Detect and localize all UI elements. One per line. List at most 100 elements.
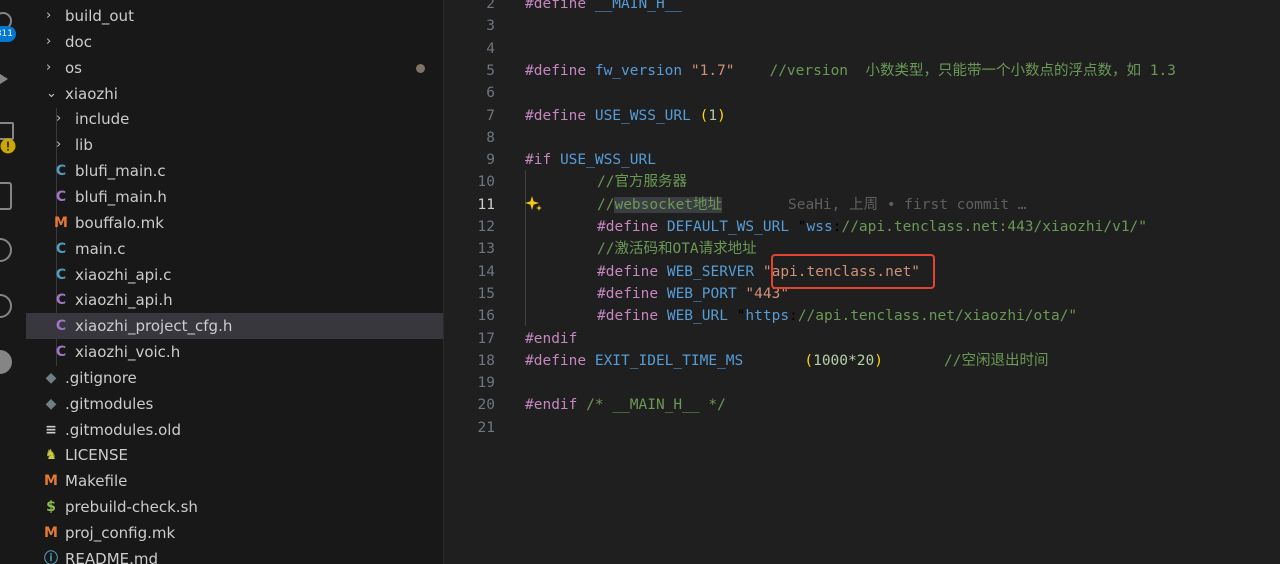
folder-item[interactable]: ⌄ xiaozhi — [26, 81, 443, 107]
line-number: 2 — [486, 0, 495, 12]
git-file-icon: ◆ — [45, 395, 57, 412]
file-name: build_out — [65, 7, 134, 25]
file-item[interactable]: Cblufi_main.h — [26, 184, 443, 210]
code-line[interactable]: 4 — [444, 38, 1280, 60]
line-number: 12 — [477, 219, 495, 235]
file-name: proj_config.mk — [65, 524, 176, 542]
code-line[interactable]: 18 #define EXIT_IDEL_TIME_MS (1000*20) //… — [444, 350, 1280, 372]
file-item[interactable]: ◆ .gitignore — [26, 365, 443, 391]
file-name: blufi_main.h — [75, 187, 167, 206]
folder-item[interactable]: › build_out — [26, 3, 443, 29]
file-item[interactable]: ≡ .gitmodules.old — [26, 417, 443, 443]
code-line[interactable]: 9 #if USE_WSS_URL — [444, 149, 1280, 171]
github-icon[interactable] — [0, 294, 12, 318]
line-number: 14 — [477, 263, 495, 280]
explorer-sidebar: › build_out › doc › os ⌄ xiaozhi › include › lib Cbl… — [26, 0, 444, 564]
code-text: #define fw_version "1.7" //version 小数类型，… — [525, 62, 1176, 79]
line-number: 16 — [477, 308, 495, 325]
code-line[interactable]: 10 //官方服务器 — [444, 171, 1280, 193]
code-line[interactable]: 20 #endif /* __MAIN_H__ */ — [444, 394, 1280, 416]
code-text: #define DEFAULT_WS_URL "wss://api.tencla… — [597, 219, 1148, 235]
file-name: xiaozhi_api.h — [75, 291, 173, 310]
code-line[interactable]: 8 — [444, 127, 1280, 149]
file-item[interactable]: Cxiaozhi_api.h — [26, 287, 443, 313]
file-name: README.md — [65, 549, 159, 564]
line-number: 19 — [477, 375, 495, 392]
file-item[interactable]: Cxiaozhi_voic.h — [26, 339, 443, 365]
file-name: Makefile — [65, 472, 128, 491]
code-line[interactable]: 11 //websocket地址 SeaHi, 上周 • first commit … — [444, 194, 1280, 216]
line-number: 10 — [477, 174, 495, 191]
code-line[interactable]: 5 #define fw_version "1.7" //version 小数类型… — [444, 60, 1280, 82]
code-line[interactable]: 17 #endif — [444, 328, 1280, 350]
info-file-icon: ⓘ — [44, 550, 58, 564]
testing-icon[interactable] — [0, 238, 12, 262]
line-number: 17 — [477, 330, 495, 347]
folder-item[interactable]: › include — [26, 106, 443, 132]
file-item[interactable]: Cmain.c — [26, 236, 443, 262]
line-number: 11 — [477, 196, 495, 213]
folder-item[interactable]: › os — [26, 55, 443, 81]
line-number: 18 — [477, 352, 495, 369]
code-line[interactable]: 6 — [444, 82, 1280, 104]
file-item[interactable]: Mbouffalo.mk — [26, 210, 443, 236]
text-file-icon: ≡ — [45, 421, 57, 438]
mk-file-icon: M — [54, 214, 68, 231]
file-name: blufi_main.c — [75, 162, 166, 181]
account-icon[interactable] — [0, 350, 12, 374]
line-number: 20 — [477, 397, 495, 414]
code-text: //websocket地址 — [597, 196, 723, 213]
c-file-icon: C — [55, 240, 67, 257]
file-name: bouffalo.mk — [75, 213, 164, 232]
file-name: xiaozhi_project_cfg.h — [75, 317, 233, 336]
modified-dot — [416, 63, 425, 73]
code-line[interactable]: 19 — [444, 372, 1280, 394]
file-item[interactable]: ◆ .gitmodules — [26, 391, 443, 417]
file-item[interactable]: Cblufi_main.c — [26, 158, 443, 184]
c-file-icon: C — [55, 266, 67, 283]
file-item[interactable]: ⓘ README.md — [26, 546, 443, 564]
git-blame-annotation[interactable]: SeaHi, 上周 • first commit … — [788, 194, 1027, 216]
code-text: #define WEB_URL "https://api.tenclass.ne… — [597, 308, 1078, 325]
folder-item[interactable]: › doc — [26, 29, 443, 55]
code-line[interactable]: 7 #define USE_WSS_URL (1) — [444, 105, 1280, 127]
code-text: #endif /* __MAIN_H__ */ — [525, 397, 726, 414]
code-line[interactable]: 21 — [444, 417, 1280, 439]
file-item[interactable]: Cxiaozhi_project_cfg.h — [26, 313, 443, 340]
code-text: #define WEB_PORT "443" — [597, 285, 790, 302]
h-file-icon: C — [55, 344, 67, 361]
code-text: #endif — [525, 330, 578, 347]
file-item[interactable]: ♞ LICENSE — [26, 442, 443, 468]
chevron-right-icon: › — [46, 59, 52, 75]
sh-file-icon: $ — [46, 499, 56, 516]
file-name: xiaozhi — [65, 84, 118, 103]
folder-item[interactable]: › lib — [26, 132, 443, 158]
chevron-down-icon: ⌄ — [46, 85, 57, 101]
chevron-right-icon: › — [56, 111, 62, 127]
warning-icon — [0, 138, 16, 154]
code-line[interactable]: 3 — [444, 15, 1280, 37]
line-number: 8 — [486, 129, 495, 146]
file-item[interactable]: $ prebuild-check.sh — [26, 494, 443, 520]
code-line[interactable]: 16 #define WEB_URL "https://api.tenclass.… — [444, 305, 1280, 327]
run-debug-icon[interactable] — [0, 70, 8, 88]
code-text: //官方服务器 — [597, 174, 687, 191]
license-file-icon: ♞ — [44, 447, 58, 464]
file-item[interactable]: Mproj_config.mk — [26, 520, 443, 546]
code-line[interactable]: 2 #define __MAIN_H__ — [444, 0, 1280, 15]
remote-explorer-icon[interactable] — [0, 182, 12, 210]
file-item[interactable]: Cxiaozhi_api.c — [26, 262, 443, 288]
copilot-sparkle-icon[interactable] — [525, 193, 543, 213]
file-name: xiaozhi_voic.h — [75, 343, 181, 362]
chevron-right-icon: › — [46, 33, 52, 49]
git-file-icon: ◆ — [45, 369, 57, 386]
source-control-badge: 311 — [0, 26, 16, 42]
file-item[interactable]: M Makefile — [26, 468, 443, 494]
chevron-right-icon: › — [46, 8, 52, 23]
line-number: 6 — [486, 85, 495, 102]
code-line[interactable]: 12 #define DEFAULT_WS_URL "wss://api.tenc… — [444, 216, 1280, 238]
line-number: 21 — [477, 419, 495, 436]
line-number: 15 — [477, 285, 495, 302]
activity-bar: 311 — [0, 0, 26, 564]
line-number: 4 — [486, 40, 495, 57]
